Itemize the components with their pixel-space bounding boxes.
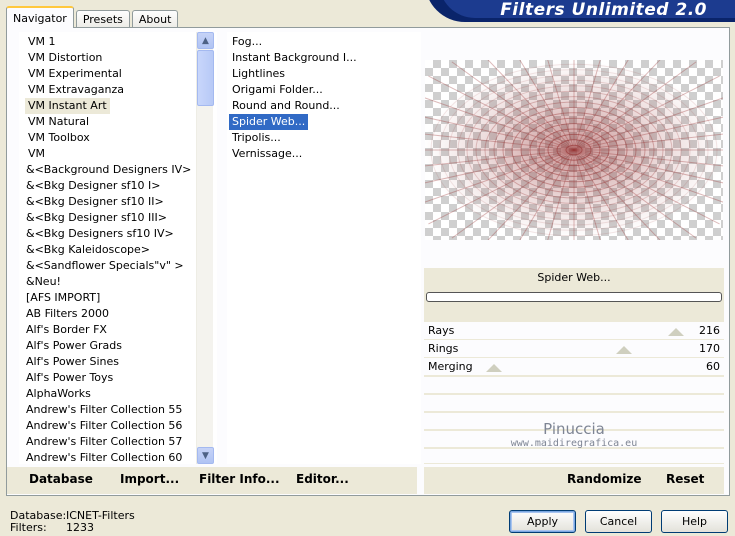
list-item[interactable]: Spider Web...	[229, 114, 309, 130]
filter-info-button[interactable]: Filter Info...	[199, 472, 280, 486]
param-empty	[424, 377, 724, 394]
tab-about[interactable]: About	[131, 10, 179, 28]
status-info: Database:ICNET-Filters Filters: 1233	[10, 510, 135, 534]
list-item[interactable]: &<Bkg Kaleidoscope>	[23, 242, 153, 258]
tab-presets[interactable]: Presets	[75, 10, 130, 28]
param-label: Rays	[428, 324, 455, 337]
preview-filter-name: Spider Web...	[537, 271, 611, 284]
param-value: 216	[699, 324, 720, 337]
param-rays[interactable]: Rays 216	[424, 322, 724, 340]
list-item[interactable]: Round and Round...	[229, 98, 343, 114]
list-item[interactable]: Andrew's Filter Collection 56	[23, 418, 185, 434]
list-item[interactable]: Lightlines	[229, 66, 288, 82]
right-button-bar: Randomize Reset	[424, 467, 724, 494]
app-banner: Filters Unlimited 2.0	[425, 0, 735, 22]
filter-controls: Spider Web... Rays 216 Rings 170 Merging…	[424, 268, 724, 464]
database-button[interactable]: Database	[29, 472, 93, 486]
list-item[interactable]: VM Instant Art	[25, 98, 110, 114]
list-item[interactable]: AB Filters 2000	[23, 306, 112, 322]
filter-preview	[425, 60, 723, 240]
list-item[interactable]: VM Experimental	[25, 66, 125, 82]
param-empty	[424, 395, 724, 412]
list-item[interactable]: Tripolis...	[229, 130, 284, 146]
list-item[interactable]: [AFS IMPORT]	[23, 290, 103, 306]
param-value: 170	[699, 342, 720, 355]
help-button[interactable]: Help	[661, 510, 728, 533]
filter-list[interactable]: Fog... Instant Background I... Lightlines O…	[227, 32, 421, 464]
list-item[interactable]: Alf's Power Sines	[23, 354, 122, 370]
list-item[interactable]: VM Extravaganza	[25, 82, 127, 98]
list-item[interactable]: Origami Folder...	[229, 82, 326, 98]
category-scrollbar[interactable]: ▲ ▼	[196, 32, 214, 464]
apply-button[interactable]: Apply	[509, 510, 576, 533]
scroll-thumb[interactable]	[197, 50, 214, 106]
list-item[interactable]: Instant Background I...	[229, 50, 360, 66]
spider-web-preview	[425, 60, 723, 240]
param-empty	[424, 449, 724, 464]
param-value: 60	[706, 360, 720, 373]
list-item[interactable]: &<Background Designers IV>	[23, 162, 194, 178]
list-item[interactable]: Andrew's Filter Collection 57	[23, 434, 185, 450]
tab-navigator[interactable]: Navigator	[6, 6, 74, 28]
scroll-down-icon[interactable]: ▼	[197, 447, 214, 464]
list-item[interactable]: Fog...	[229, 34, 265, 50]
list-item[interactable]: &<Bkg Designers sf10 IV>	[23, 226, 177, 242]
watermark-name: Pinuccia	[543, 420, 605, 438]
left-button-bar: Database Import... Filter Info... Editor…	[7, 467, 417, 494]
randomize-button[interactable]: Randomize	[567, 472, 641, 486]
list-item[interactable]: VM Natural	[25, 114, 92, 130]
param-rings[interactable]: Rings 170	[424, 340, 724, 358]
cancel-button[interactable]: Cancel	[585, 510, 652, 533]
list-item[interactable]: &<Sandflower Specials"v" >	[23, 258, 187, 274]
tab-strip: Navigator Presets About	[6, 6, 180, 28]
list-item[interactable]: VM Distortion	[25, 50, 105, 66]
category-list[interactable]: VM 1 VM Distortion VM Experimental VM Extra…	[19, 32, 217, 464]
app-title: Filters Unlimited 2.0	[500, 0, 707, 20]
slider-thumb-icon[interactable]	[616, 346, 632, 354]
param-merging[interactable]: Merging 60	[424, 358, 724, 376]
list-item[interactable]: &<Bkg Designer sf10 III>	[23, 210, 170, 226]
list-item[interactable]: &<Bkg Designer sf10 I>	[23, 178, 164, 194]
list-item[interactable]: AlphaWorks	[23, 386, 94, 402]
list-item[interactable]: &Neu!	[23, 274, 64, 290]
status-filters-label: Filters:	[10, 521, 47, 534]
progress-bar	[426, 292, 722, 302]
editor-button[interactable]: Editor...	[296, 472, 349, 486]
slider-thumb-icon[interactable]	[486, 364, 502, 372]
watermark-url: www.maidiregrafica.eu	[510, 438, 638, 449]
param-label: Merging	[428, 360, 473, 373]
list-item[interactable]: VM 1	[25, 34, 59, 50]
list-item[interactable]: VM	[25, 146, 48, 162]
list-item[interactable]: &<Bkg Designer sf10 II>	[23, 194, 167, 210]
list-item[interactable]: Andrew's Filter Collection 60	[23, 450, 185, 464]
navigator-panel: VM 1 VM Distortion VM Experimental VM Extra…	[6, 27, 730, 496]
import-button[interactable]: Import...	[120, 472, 179, 486]
list-item[interactable]: Vernissage...	[229, 146, 305, 162]
list-item[interactable]: VM Toolbox	[25, 130, 93, 146]
param-label: Rings	[428, 342, 459, 355]
slider-thumb-icon[interactable]	[668, 328, 684, 336]
list-item[interactable]: Alf's Power Toys	[23, 370, 116, 386]
reset-button[interactable]: Reset	[666, 472, 704, 486]
status-filters-value: 1233	[66, 521, 94, 534]
list-item[interactable]: Alf's Power Grads	[23, 338, 125, 354]
list-item[interactable]: Andrew's Filter Collection 55	[23, 402, 185, 418]
list-item[interactable]: Alf's Border FX	[23, 322, 110, 338]
scroll-up-icon[interactable]: ▲	[197, 32, 214, 49]
